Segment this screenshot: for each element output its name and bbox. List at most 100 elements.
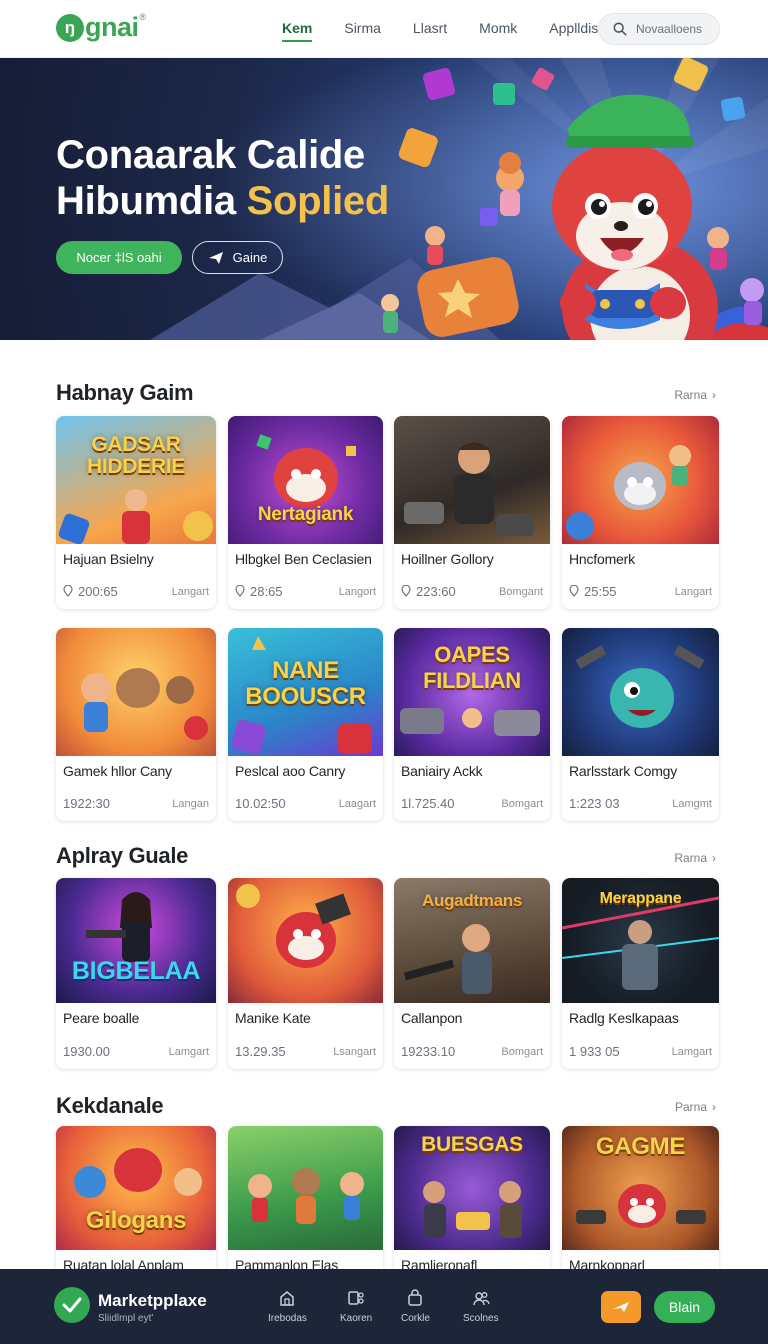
card-meta: 1 933 05 Lamgart xyxy=(562,1044,719,1059)
card-title: Rarlsstark Comgy xyxy=(569,763,678,779)
section-see-all-1[interactable]: Rarna › xyxy=(674,388,716,402)
card-meta: 19233.10 Bomgart xyxy=(394,1044,550,1059)
card-title: Radlg Keslkapaas xyxy=(569,1010,679,1026)
card-title: Hajuan Bsielny xyxy=(63,551,154,567)
nav-item-home[interactable]: Kem xyxy=(282,20,313,42)
card-stat: 13.29.35 xyxy=(235,1044,286,1059)
game-card[interactable]: Hoillner Gollory 223:60 Bomgant xyxy=(394,416,550,609)
game-thumbnail: Gilogans xyxy=(56,1126,216,1250)
game-thumbnail: GADSAR HIDDERIE xyxy=(56,416,216,544)
game-card[interactable]: OAPES FILDLIAN Baniairy Ackk 1l.725.40 Bo… xyxy=(394,628,550,821)
thumbnail-title: BIGBELAA xyxy=(71,957,201,985)
hero-title-line1: Conaarak Calide xyxy=(56,133,365,177)
grid-icon xyxy=(348,1291,364,1305)
bottom-nav-label: Irebodas xyxy=(268,1313,307,1324)
game-card[interactable]: GADSAR HIDDERIE Hajuan Bsielny 200:65 Lan… xyxy=(56,416,216,609)
card-tag: Laagart xyxy=(338,797,376,810)
section-see-all-2[interactable]: Rarna › xyxy=(674,851,716,865)
bottom-bar: Marketpplaxe Sliidlmpl eyt' Irebodas Kao… xyxy=(0,1269,768,1344)
nav-item-3[interactable]: Llasrt xyxy=(413,20,447,36)
nav-item-2[interactable]: Sirma xyxy=(344,20,381,36)
hero-secondary-button[interactable]: Gaine xyxy=(192,241,283,274)
game-thumbnail: GAGME xyxy=(562,1126,719,1250)
game-card[interactable]: Nertagiank Hlbgkel Ben Ceclasien 28:65 La… xyxy=(228,416,383,609)
card-meta: 1:223 03 Lamgmt xyxy=(562,796,719,811)
card-stat: 25:55 xyxy=(584,584,617,599)
game-card[interactable]: Augadtmans Callanpon 19233.10 Bomgart xyxy=(394,878,550,1069)
card-stat: 1l.725.40 xyxy=(401,796,455,811)
section-link-label: Rarna xyxy=(674,851,707,865)
hero-banner: Conaarak Calide Hibumdia Soplied Nocer ‡… xyxy=(0,58,768,340)
quick-action-button[interactable] xyxy=(601,1291,641,1323)
card-title: Hlbgkel Ben Ceclasien xyxy=(235,551,372,567)
primary-action-button[interactable]: Blain xyxy=(654,1291,715,1323)
game-card[interactable]: NANE BOOUSCR Peslcal aoo Canry 10.02:50 L… xyxy=(228,628,383,821)
card-meta: 1922:30 Langan xyxy=(56,796,216,811)
search-input[interactable] xyxy=(636,22,716,36)
game-card[interactable]: GAGME Marnkopnarl xyxy=(562,1126,719,1286)
game-thumbnail xyxy=(394,416,550,544)
game-thumbnail: BUESGAS xyxy=(394,1126,550,1250)
location-pin-icon xyxy=(63,584,73,597)
bottom-nav-item-4[interactable]: Scolnes xyxy=(463,1289,499,1324)
card-tag: Langart xyxy=(171,585,209,598)
card-stat: 1 933 05 xyxy=(569,1044,620,1059)
hero-title: Conaarak Calide Hibumdia Soplied xyxy=(56,132,389,224)
card-tag: Lamgmt xyxy=(672,797,712,810)
section-title-2: Aplray Guale xyxy=(56,843,189,868)
nav-item-4[interactable]: Momk xyxy=(479,20,517,36)
game-card[interactable]: Manike Kate 13.29.35 Lsangart xyxy=(228,878,383,1069)
game-card[interactable]: BIGBELAA Peare boalle 1930.00 Lamgart xyxy=(56,878,216,1069)
game-card[interactable]: Pammanlon Elas xyxy=(228,1126,383,1286)
card-title: Hoillner Gollory xyxy=(401,551,494,567)
game-card[interactable]: BUESGAS Ramlieronafl xyxy=(394,1126,550,1286)
bottom-nav-label: Corkle xyxy=(401,1313,430,1324)
bottom-nav-label: Scolnes xyxy=(463,1313,499,1324)
hero-primary-button[interactable]: Nocer ‡lS oahi xyxy=(56,241,182,274)
location-pin-icon xyxy=(401,584,411,597)
top-navigation-bar: ŋ gnai ® Kem Sirma Llasrt Momk Applldis xyxy=(0,0,768,58)
chevron-right-icon: › xyxy=(712,388,716,402)
bottom-nav-item-2[interactable]: Kaoren xyxy=(340,1289,372,1324)
card-meta: 1930.00 Lamgart xyxy=(56,1044,216,1059)
section-title-1: Habnay Gaim xyxy=(56,380,194,405)
card-tag: Langort xyxy=(338,585,376,598)
users-icon xyxy=(473,1292,490,1306)
card-tag: Lsangart xyxy=(333,1045,376,1058)
game-card[interactable]: Rarlsstark Comgy 1:223 03 Lamgmt xyxy=(562,628,719,821)
bottom-nav-item-3[interactable]: Corkle xyxy=(401,1289,430,1324)
card-meta: 10.02:50 Laagart xyxy=(228,796,383,811)
card-tag: Lamgart xyxy=(168,1045,209,1058)
card-stat: 1930.00 xyxy=(63,1044,110,1059)
game-card[interactable]: Merappane Radlg Keslkapaas 1 933 05 Lamga… xyxy=(562,878,719,1069)
game-card[interactable]: Gilogans Ruatan lolal Anplam xyxy=(56,1126,216,1286)
game-thumbnail: NANE BOOUSCR xyxy=(228,628,383,756)
logo-registered-mark: ® xyxy=(139,12,147,22)
logo-mark-icon: ŋ xyxy=(56,13,84,42)
hero-title-accent: Soplied xyxy=(246,179,390,223)
brand-subtitle: Sliidlmpl eyt' xyxy=(98,1313,154,1324)
brand-badge[interactable] xyxy=(54,1287,90,1323)
nav-item-5[interactable]: Applldis xyxy=(549,20,598,36)
game-thumbnail: BIGBELAA xyxy=(56,878,216,1003)
game-card[interactable]: Gamek hllor Cany 1922:30 Langan xyxy=(56,628,216,821)
bottom-nav-item-1[interactable]: Irebodas xyxy=(268,1289,307,1324)
card-tag: Bomgant xyxy=(498,585,543,598)
card-title: Manike Kate xyxy=(235,1010,311,1026)
card-title: Baniairy Ackk xyxy=(401,763,483,779)
game-thumbnail xyxy=(228,1126,383,1250)
section-title-3: Kekdanale xyxy=(56,1093,164,1118)
card-meta: 200:65 Langart xyxy=(56,584,216,599)
hero-secondary-label: Gaine xyxy=(232,250,268,265)
section-link-label: Rarna xyxy=(674,388,707,402)
house-icon xyxy=(280,1291,295,1306)
section-see-all-3[interactable]: Parna › xyxy=(675,1100,716,1114)
plane-icon xyxy=(613,1302,629,1312)
game-thumbnail xyxy=(228,878,383,1003)
site-logo[interactable]: ŋ gnai ® xyxy=(56,12,146,43)
game-card[interactable]: Hncfomerk 25:55 Langart xyxy=(562,416,719,609)
card-meta: 223:60 Bomgant xyxy=(394,584,550,599)
card-title: Peslcal aoo Canry xyxy=(235,763,346,779)
card-meta: 13.29.35 Lsangart xyxy=(228,1044,383,1059)
search-box[interactable] xyxy=(598,13,720,45)
